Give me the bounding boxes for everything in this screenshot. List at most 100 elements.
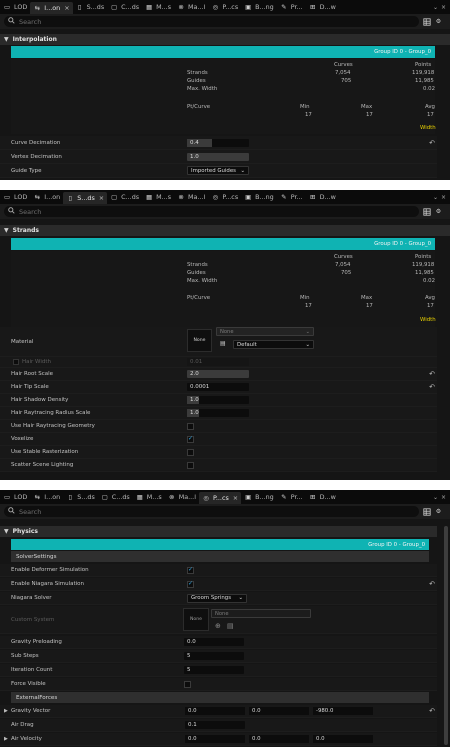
tab-lod[interactable]: ▭ LOD xyxy=(0,1,30,13)
reset-arrow-icon[interactable]: ↶ xyxy=(429,370,435,378)
tab-d-w[interactable]: ⊞ D...w xyxy=(306,191,339,203)
tab-b-ng[interactable]: ▣ B...ng xyxy=(241,491,277,503)
tab-lod[interactable]: ▭ LOD xyxy=(0,491,30,503)
tab-menu-icon[interactable]: ⌄ xyxy=(433,4,438,11)
hair-root-scale-field[interactable]: 2.0 xyxy=(187,370,249,378)
material-asset-picker[interactable]: None ⌄ xyxy=(216,327,314,336)
sub-steps-field[interactable]: 5 xyxy=(184,652,244,660)
folder-icon[interactable]: ▤ xyxy=(220,340,226,347)
tab-s-ds[interactable]: ▯ S...ds × xyxy=(63,192,108,204)
air-velocity-y-field[interactable]: 0.0 xyxy=(249,735,309,743)
row-enable-deformer: Enable Deformer Simulation ✓ xyxy=(0,564,437,577)
hair-width-override-checkbox[interactable] xyxy=(13,359,19,365)
tab-m-s[interactable]: ▦ M...s xyxy=(133,491,165,503)
hair-rt-radius-field[interactable]: 1.0 xyxy=(187,409,249,417)
enable-deformer-checkbox[interactable]: ✓ xyxy=(187,566,194,574)
material-thumbnail[interactable]: None xyxy=(187,329,212,352)
panel-close-icon[interactable]: × xyxy=(441,194,446,201)
niagara-solver-dropdown[interactable]: Groom Springs ⌄ xyxy=(187,593,247,603)
tab-d-w[interactable]: ⊞ D...w xyxy=(306,1,339,13)
tab-menu-icon[interactable]: ⌄ xyxy=(433,194,438,201)
tab-ma-l[interactable]: ⊗ Ma...l xyxy=(174,1,208,13)
tab-c-ds[interactable]: ▢ C...ds xyxy=(107,191,142,203)
use-stable-raster-checkbox[interactable] xyxy=(187,448,194,456)
search-box[interactable] xyxy=(4,16,419,27)
gravity-x-field[interactable]: 0.0 xyxy=(185,707,245,715)
tab-i-on[interactable]: ⇆ I...on xyxy=(30,491,63,503)
grid-view-icon[interactable] xyxy=(422,17,431,26)
tab-p-cs[interactable]: ◎ P...cs xyxy=(208,1,241,13)
reset-arrow-icon[interactable]: ↶ xyxy=(429,139,435,147)
expand-arrow-icon[interactable]: ▶ xyxy=(4,736,8,742)
chevron-down-icon: ⌄ xyxy=(305,341,310,348)
gravity-z-field[interactable]: -980.0 xyxy=(313,707,373,715)
tab-p-cs[interactable]: ◎ P...cs × xyxy=(199,492,242,504)
gear-icon[interactable]: ⚙ xyxy=(434,207,443,216)
enable-niagara-checkbox[interactable]: ✓ xyxy=(187,580,194,588)
air-drag-field[interactable]: 0.1 xyxy=(185,721,245,729)
panel-close-icon[interactable]: × xyxy=(441,494,446,501)
search-box[interactable] xyxy=(4,206,419,217)
category-physics[interactable]: ▼ Physics xyxy=(0,526,437,537)
tab-ma-l[interactable]: ⊗ Ma...l xyxy=(174,191,208,203)
material-slot-dropdown[interactable]: Default ⌄ xyxy=(233,340,314,349)
search-input[interactable] xyxy=(19,207,399,216)
category-strands[interactable]: ▼ Strands xyxy=(0,225,450,236)
grid-view-icon[interactable] xyxy=(422,507,431,516)
external-forces-header[interactable]: ExternalForces xyxy=(11,692,429,703)
air-drag-label: Air Drag xyxy=(11,722,34,728)
tab-pr[interactable]: ✎ Pr... xyxy=(277,191,306,203)
reset-arrow-icon[interactable]: ↶ xyxy=(429,580,435,588)
close-icon[interactable]: × xyxy=(64,4,69,12)
tab-pr[interactable]: ✎ Pr... xyxy=(277,491,306,503)
search-box[interactable] xyxy=(4,506,419,517)
reset-arrow-icon[interactable]: ↶ xyxy=(429,383,435,391)
solver-settings-header[interactable]: SolverSettings xyxy=(11,551,429,562)
close-icon[interactable]: × xyxy=(233,494,238,502)
tab-lod[interactable]: ▭ LOD xyxy=(0,191,30,203)
voxelize-checkbox[interactable]: ✓ xyxy=(187,435,194,443)
tab-s-ds[interactable]: ▯ S...ds xyxy=(63,491,98,503)
category-interpolation[interactable]: ▼ Interpolation xyxy=(0,34,450,45)
gear-icon[interactable]: ⚙ xyxy=(434,507,443,516)
air-velocity-z-field[interactable]: 0.0 xyxy=(313,735,373,743)
tab-p-cs[interactable]: ◎ P...cs xyxy=(208,191,241,203)
stats-block xyxy=(11,59,435,134)
tab-pr[interactable]: ✎ Pr... xyxy=(277,1,306,13)
tab-b-ng[interactable]: ▣ B...ng xyxy=(241,191,277,203)
force-visible-checkbox[interactable] xyxy=(184,680,191,688)
panel-close-icon[interactable]: × xyxy=(441,4,446,11)
grid-view-icon[interactable] xyxy=(422,207,431,216)
curve-decimation-field[interactable]: 0.4 xyxy=(187,138,249,147)
tab-b-ng[interactable]: ▣ B...ng xyxy=(241,1,277,13)
air-velocity-x-field[interactable]: 0.0 xyxy=(185,735,245,743)
gear-icon[interactable]: ⚙ xyxy=(434,17,443,26)
tab-d-w[interactable]: ⊞ D...w xyxy=(306,491,339,503)
reset-arrow-icon[interactable]: ↶ xyxy=(429,707,435,715)
use-hair-rt-geometry-checkbox[interactable] xyxy=(187,422,194,430)
hair-tip-scale-field[interactable]: 0.0001 xyxy=(187,383,249,391)
tab-c-ds[interactable]: ▢ C...ds xyxy=(98,491,133,503)
iteration-count-field[interactable]: 5 xyxy=(184,666,244,674)
tab-i-on[interactable]: ⇆ I...on × xyxy=(30,2,73,14)
search-input[interactable] xyxy=(19,507,399,516)
gravity-preloading-field[interactable]: 0.0 xyxy=(184,638,244,646)
tab-m-s[interactable]: ▦ M...s xyxy=(142,191,174,203)
expand-arrow-icon[interactable]: ▶ xyxy=(4,708,8,714)
tab-label: I...on xyxy=(44,4,61,12)
hair-shadow-density-field[interactable]: 1.0 xyxy=(187,396,249,404)
tab-s-ds[interactable]: ▯ S...ds xyxy=(73,1,108,13)
tab-label: I...on xyxy=(44,193,61,201)
scatter-scene-lighting-checkbox[interactable] xyxy=(187,461,194,469)
close-icon[interactable]: × xyxy=(99,194,104,202)
guide-type-dropdown[interactable]: Imported Guides ⌄ xyxy=(187,166,249,175)
scrollbar[interactable] xyxy=(444,526,448,745)
tab-m-s[interactable]: ▦ M...s xyxy=(142,1,174,13)
gravity-y-field[interactable]: 0.0 xyxy=(249,707,309,715)
vertex-decimation-field[interactable]: 1.0 xyxy=(187,152,249,161)
search-input[interactable] xyxy=(19,17,399,26)
tab-ma-l[interactable]: ⊗ Ma...l xyxy=(165,491,199,503)
tab-c-ds[interactable]: ▢ C...ds xyxy=(107,1,142,13)
tab-i-on[interactable]: ⇆ I...on xyxy=(30,191,63,203)
tab-menu-icon[interactable]: ⌄ xyxy=(433,494,438,501)
